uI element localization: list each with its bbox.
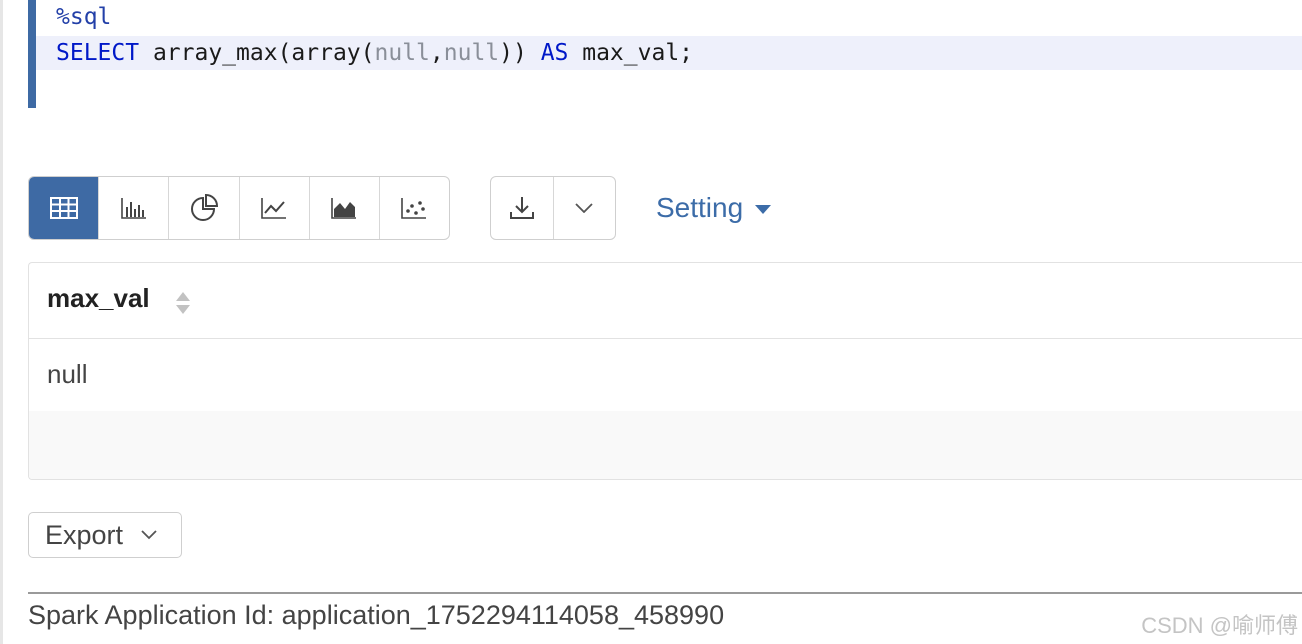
download-button[interactable] <box>491 177 554 239</box>
scatter-chart-button[interactable] <box>380 177 449 239</box>
code-text: array_max(array( <box>139 40 375 66</box>
table-cell: null <box>47 359 88 389</box>
export-button[interactable]: Export <box>28 512 182 558</box>
code-line-2: SELECT array_max(array(null,null)) AS ma… <box>36 36 1302 70</box>
download-icon <box>509 197 534 219</box>
area-chart-icon <box>331 198 357 219</box>
chevron-down-icon <box>141 530 157 540</box>
pie-chart-icon <box>190 194 218 221</box>
column-header-max-val[interactable]: max_val <box>47 283 150 314</box>
download-options-button[interactable] <box>554 177 616 239</box>
area-chart-button[interactable] <box>310 177 380 239</box>
divider <box>28 592 1302 594</box>
line-chart-button[interactable] <box>240 177 310 239</box>
setting-dropdown[interactable]: Setting <box>656 190 772 226</box>
table-view-button[interactable] <box>29 177 100 239</box>
result-table: max_val null <box>28 262 1302 480</box>
keyword-as: AS <box>540 40 569 66</box>
bar-chart-button[interactable] <box>99 177 170 239</box>
setting-label: Setting <box>656 192 744 223</box>
null-literal: null <box>443 40 500 66</box>
download-toolbar <box>490 176 616 240</box>
table-icon <box>49 197 78 219</box>
code-line-1: %sql <box>56 4 112 30</box>
table-empty-row <box>29 411 1302 479</box>
spark-application-id: Spark Application Id: application_175229… <box>28 600 725 630</box>
code-text: , <box>429 40 444 66</box>
table-header: max_val <box>29 263 1302 339</box>
code-text: max_val; <box>568 40 694 66</box>
export-label: Export <box>45 519 124 550</box>
bar-chart-icon <box>120 198 146 219</box>
table-row: null <box>29 339 1302 411</box>
null-literal: null <box>374 40 430 66</box>
keyword-select: SELECT <box>56 40 140 66</box>
caret-down-icon <box>755 204 772 214</box>
chevron-down-icon <box>575 203 593 213</box>
scatter-chart-icon <box>401 198 427 219</box>
pie-chart-button[interactable] <box>169 177 240 239</box>
chart-type-toolbar <box>28 176 450 240</box>
code-editor[interactable]: %sql SELECT array_max(array(null,null)) … <box>28 0 1302 108</box>
line-chart-icon <box>261 198 287 219</box>
code-text: )) <box>499 40 541 66</box>
sort-icon[interactable] <box>175 290 191 316</box>
watermark: CSDN @喻师傅 <box>1141 613 1298 638</box>
left-edge <box>0 0 3 644</box>
